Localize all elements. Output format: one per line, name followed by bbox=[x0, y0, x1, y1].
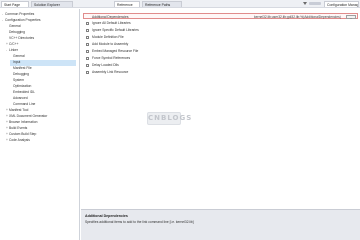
tree-item[interactable]: Optimization bbox=[10, 84, 76, 90]
tree-item[interactable]: General bbox=[10, 54, 76, 60]
property-label: Force Symbol References bbox=[92, 56, 131, 60]
row-checkbox[interactable] bbox=[86, 21, 89, 25]
tree-item[interactable]: Debugging bbox=[6, 30, 76, 36]
property-row[interactable]: Additional Dependencies kernel32.lib;user… bbox=[83, 13, 358, 19]
browse-button[interactable]: ... bbox=[346, 14, 356, 19]
property-tree: - Common Properties - Configuration Propert… bbox=[0, 9, 80, 240]
tree-item-label: XML Document Generator bbox=[9, 114, 48, 118]
property-label: Ignore All Default Libraries bbox=[92, 21, 131, 25]
tree-item[interactable]: VC++ Directories bbox=[6, 36, 76, 42]
row-checkbox[interactable] bbox=[86, 56, 89, 60]
tree-item[interactable]: System bbox=[10, 78, 76, 84]
row-checkbox[interactable] bbox=[86, 70, 89, 74]
property-row[interactable]: Ignore Specific Default Libraries bbox=[84, 27, 354, 33]
tab-reference[interactable]: Reference bbox=[114, 1, 140, 7]
tree-item[interactable]: Embedded IDL bbox=[10, 90, 76, 96]
property-row[interactable]: Assembly Link Resource bbox=[84, 69, 354, 75]
property-label: Add Module to Assembly bbox=[92, 42, 129, 46]
chevron-down-icon[interactable] bbox=[303, 2, 307, 5]
tree-item[interactable]: - Configuration Properties bbox=[2, 18, 76, 24]
tree-item[interactable]: Command Line bbox=[10, 102, 76, 108]
tree-item-label: Browse Information bbox=[9, 120, 38, 124]
tree-item[interactable]: - Common Properties bbox=[2, 12, 76, 18]
tree-item[interactable]: Input bbox=[10, 60, 76, 66]
property-row[interactable]: Ignore All Default Libraries bbox=[84, 20, 354, 26]
window-menu-icon[interactable] bbox=[309, 2, 321, 5]
tree-item[interactable]: +Code Analysis bbox=[6, 138, 76, 144]
property-row[interactable]: Add Module to Assembly bbox=[84, 41, 354, 47]
tab-configuration-manager[interactable]: Configuration Manager bbox=[324, 1, 359, 7]
tab-solution-explorer[interactable]: Solution Explorer bbox=[31, 1, 73, 7]
property-row[interactable]: Module Definition File bbox=[84, 34, 354, 40]
property-row[interactable]: Force Symbol References bbox=[84, 55, 354, 61]
row-checkbox[interactable] bbox=[86, 35, 89, 39]
tree-item-label: Input bbox=[13, 60, 21, 64]
description-text: Specifies additional items to add to the… bbox=[85, 220, 194, 224]
tree-item-label: System bbox=[13, 78, 24, 82]
tree-item-label: Debugging bbox=[13, 72, 29, 76]
tree-item-label: Custom Build Step bbox=[9, 132, 37, 136]
tree-item[interactable]: +XML Document Generator bbox=[6, 114, 76, 120]
tree-item-label: C/C++ bbox=[9, 42, 19, 46]
tree-item[interactable]: +C/C++ bbox=[6, 42, 76, 48]
tree-item[interactable]: +Browse Information bbox=[6, 120, 76, 126]
tree-item-label: Build Events bbox=[9, 126, 28, 130]
tree-item-label: Debugging bbox=[9, 30, 25, 34]
tree-item-label: Linker bbox=[9, 48, 18, 52]
tab-start-page[interactable]: Start Page bbox=[1, 1, 29, 7]
property-label: Embed Managed Resource File bbox=[92, 49, 139, 53]
tree-item-label: Embedded IDL bbox=[13, 90, 35, 94]
row-checkbox[interactable] bbox=[86, 42, 89, 46]
property-label: Module Definition File bbox=[92, 35, 124, 39]
tree-item-label: Code Analysis bbox=[9, 138, 30, 142]
tree-item-label: General bbox=[13, 54, 25, 58]
tree-item[interactable]: - Linker bbox=[6, 48, 76, 54]
tree-item-label: Manifest File bbox=[13, 66, 32, 70]
property-label: Assembly Link Resource bbox=[92, 70, 129, 74]
tree-item[interactable]: Advanced bbox=[10, 96, 76, 102]
tree-item-label: Optimization bbox=[13, 84, 32, 88]
row-checkbox[interactable] bbox=[86, 49, 89, 53]
tab-reference-paths[interactable]: Reference Paths bbox=[142, 1, 182, 7]
tree-item[interactable]: +Manifest Tool bbox=[6, 108, 76, 114]
tree-item-label: Manifest Tool bbox=[9, 108, 29, 112]
tree-item[interactable]: +Custom Build Step bbox=[6, 132, 76, 138]
tree-item-label: Common Properties bbox=[5, 12, 35, 16]
tree-item-label: VC++ Directories bbox=[9, 36, 35, 40]
property-grid: CNBLOGS Additional Dependencies kernel32.… bbox=[81, 9, 360, 240]
tree-item[interactable]: Manifest File bbox=[10, 66, 76, 72]
tree-item-label: General bbox=[9, 24, 21, 28]
description-panel: Additional Dependencies Specifies additi… bbox=[81, 209, 360, 240]
property-label: Delay Loaded Dlls bbox=[92, 63, 119, 67]
row-checkbox[interactable] bbox=[86, 63, 89, 67]
tree-item-label: Configuration Properties bbox=[5, 18, 41, 22]
tree-item[interactable]: Debugging bbox=[10, 72, 76, 78]
row-checkbox[interactable] bbox=[86, 28, 89, 32]
watermark: CNBLOGS bbox=[147, 112, 191, 125]
property-row[interactable]: Delay Loaded Dlls bbox=[84, 62, 354, 68]
tree-item[interactable]: General bbox=[6, 24, 76, 30]
property-row[interactable]: Embed Managed Resource File bbox=[84, 48, 354, 54]
tree-item-label: Command Line bbox=[13, 102, 36, 106]
property-label: Ignore Specific Default Libraries bbox=[92, 28, 139, 32]
description-title: Additional Dependencies bbox=[85, 214, 128, 218]
tree-item-label: Advanced bbox=[13, 96, 28, 100]
tab-bar: Start Page Solution Explorer Reference R… bbox=[0, 0, 360, 8]
tree-item[interactable]: +Build Events bbox=[6, 126, 76, 132]
